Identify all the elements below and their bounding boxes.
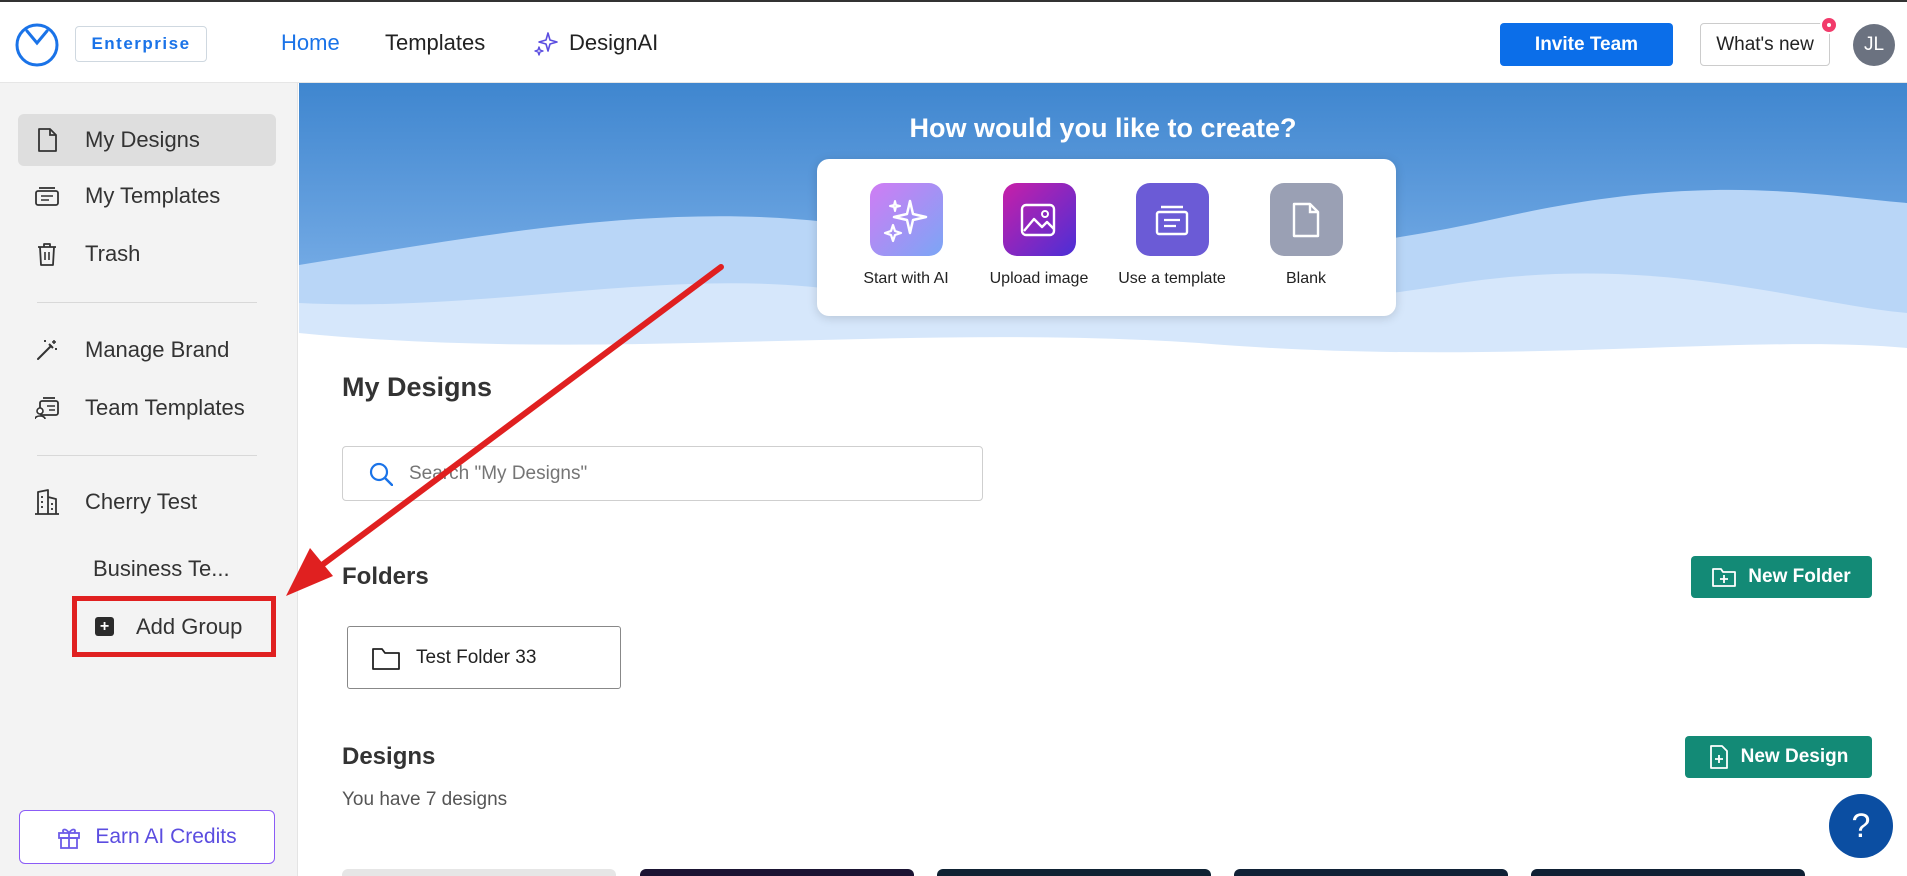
design-thumbnail[interactable] (1234, 869, 1508, 876)
templates-icon (32, 181, 62, 211)
sidebar-item-label: Manage Brand (85, 337, 230, 362)
nav-designai-label: DesignAI (569, 30, 659, 55)
sparkle-icon (534, 32, 558, 56)
designs-title: Designs (342, 743, 436, 770)
new-folder-label: New Folder (1748, 566, 1851, 587)
new-design-label: New Design (1740, 746, 1849, 767)
sidebar-item-team-templates[interactable]: Team Templates (18, 382, 276, 434)
top-bar: Enterprise Home Templates DesignAI Invit… (0, 0, 1907, 83)
add-group-button[interactable]: + Add Group (72, 596, 276, 657)
sidebar-item-label: My Designs (85, 127, 200, 152)
folder-plus-icon (1712, 568, 1737, 587)
sidebar-item-my-designs[interactable]: My Designs (18, 114, 276, 166)
section-title: My Designs (342, 372, 493, 402)
earn-ai-credits-button[interactable]: Earn AI Credits (19, 810, 275, 864)
designs-count: You have 7 designs (342, 789, 508, 810)
add-group-label: Add Group (136, 613, 243, 639)
upload-image-option[interactable]: Upload image (979, 183, 1099, 288)
sparkle-icon (869, 183, 943, 256)
option-label: Blank (1285, 270, 1327, 287)
folders-title: Folders (342, 563, 429, 590)
invite-team-button[interactable]: Invite Team (1500, 23, 1673, 66)
image-upload-icon (1002, 183, 1076, 256)
sidebar-item-manage-brand[interactable]: Manage Brand (18, 324, 276, 376)
option-label: Use a template (1118, 270, 1226, 287)
sidebar-item-cherry-test[interactable]: Cherry Test (18, 476, 276, 528)
design-thumbnail[interactable] (937, 869, 1211, 876)
magic-wand-icon (32, 335, 62, 365)
search-icon (369, 462, 393, 486)
create-options-card: Start with AI Upload image Use a templat… (817, 159, 1396, 316)
search-input[interactable] (409, 462, 969, 485)
design-thumbnail[interactable] (640, 869, 914, 876)
earn-ai-credits-label: Earn AI Credits (95, 825, 237, 848)
folder-card[interactable]: Test Folder 33 (347, 626, 621, 689)
sidebar-item-label: Trash (85, 241, 141, 266)
sidebar-item-label: Team Templates (85, 395, 245, 420)
nav-designai[interactable]: DesignAI (533, 30, 658, 56)
design-thumbnail[interactable] (342, 869, 616, 876)
new-design-button[interactable]: New Design (1685, 736, 1872, 778)
option-label: Start with AI (863, 270, 949, 287)
document-icon (32, 125, 62, 155)
search-box[interactable] (342, 446, 983, 501)
sidebar: My Designs My Templates Trash Manage Bra… (0, 83, 298, 876)
logo-icon[interactable] (14, 21, 60, 67)
hero-title: How would you like to create? (909, 113, 1297, 143)
nav-templates[interactable]: Templates (385, 30, 485, 56)
trash-icon (32, 239, 62, 269)
sidebar-item-label: My Templates (85, 183, 221, 208)
sidebar-divider (37, 455, 257, 456)
folder-name: Test Folder 33 (416, 646, 537, 668)
start-with-ai-option[interactable]: Start with AI (846, 183, 966, 288)
blank-option[interactable]: Blank (1246, 183, 1366, 288)
notification-dot (1820, 16, 1838, 34)
sidebar-divider (37, 302, 257, 303)
plus-icon: + (95, 617, 114, 636)
template-icon (1135, 183, 1209, 256)
nav-home[interactable]: Home (281, 30, 340, 56)
help-button[interactable]: ? (1829, 794, 1893, 858)
use-template-option[interactable]: Use a template (1112, 183, 1232, 288)
enterprise-badge: Enterprise (75, 26, 207, 62)
sidebar-item-trash[interactable]: Trash (18, 228, 276, 280)
team-templates-icon (32, 393, 62, 423)
whats-new-button[interactable]: What's new (1700, 23, 1830, 66)
sidebar-item-my-templates[interactable]: My Templates (18, 170, 276, 222)
blank-page-icon (1269, 183, 1343, 256)
design-thumbnail[interactable] (1531, 869, 1805, 876)
document-plus-icon (1709, 745, 1728, 769)
building-icon (32, 487, 62, 517)
sidebar-subitem-business[interactable]: Business Te... (93, 556, 230, 582)
new-folder-button[interactable]: New Folder (1691, 556, 1872, 598)
sidebar-item-label: Cherry Test (85, 489, 198, 514)
user-avatar[interactable]: JL (1853, 24, 1895, 66)
folder-icon (372, 647, 400, 670)
option-label: Upload image (989, 270, 1089, 287)
gift-icon (58, 828, 81, 849)
